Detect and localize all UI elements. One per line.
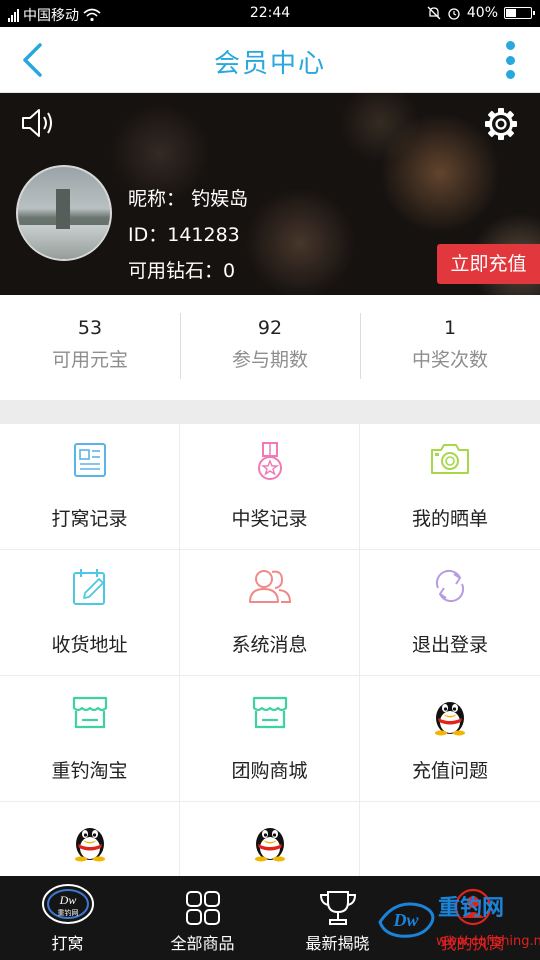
recharge-button[interactable]: 立即充值 bbox=[437, 244, 540, 284]
qq-penguin-icon bbox=[74, 828, 105, 862]
menu-item-label: 打窝记录 bbox=[51, 508, 128, 530]
menu-item-label: 系统消息 bbox=[231, 634, 308, 656]
store-icon bbox=[72, 696, 107, 729]
qq-penguin-icon bbox=[435, 702, 465, 736]
battery-icon bbox=[504, 7, 535, 19]
store-icon bbox=[252, 696, 287, 729]
menu-item-qq-service-1[interactable] bbox=[0, 802, 179, 876]
svg-text:重钓网: 重钓网 bbox=[57, 908, 78, 917]
diamond-balance: 可用钻石：0 bbox=[128, 260, 236, 282]
bottom-tab-bar: Dw 重钓网 打窝 全部商品 最新揭晓 我的执窝 Dw 重钓网 www.cqfis… bbox=[0, 876, 540, 960]
menu-grid: 打窝记录 中奖记录 我的晒单 收货地址 系统消息 退出登录 重钓淘宝 团购商城 … bbox=[0, 422, 540, 876]
battery-percent: 40% bbox=[466, 5, 498, 21]
speaker-icon[interactable] bbox=[20, 107, 56, 139]
stat-value: 1 bbox=[443, 317, 457, 339]
document-icon bbox=[73, 443, 106, 477]
watermark-url: www.cqfishing.net bbox=[436, 934, 540, 949]
status-bar: 中国移动 22:44 40% bbox=[0, 0, 540, 27]
stats-bar: 53 可用元宝 92 参与期数 1 中奖次数 bbox=[0, 295, 540, 400]
menu-item-bait-records[interactable]: 打窝记录 bbox=[0, 424, 179, 549]
trophy-icon bbox=[319, 891, 356, 925]
more-menu-icon[interactable] bbox=[504, 41, 516, 79]
stat-value: 53 bbox=[77, 317, 103, 339]
logo-icon: Dw重钓网 bbox=[41, 884, 94, 924]
menu-item-my-shares[interactable]: 我的晒单 bbox=[360, 424, 540, 549]
menu-item-taobao-store[interactable]: 重钓淘宝 bbox=[0, 676, 179, 801]
camera-icon bbox=[431, 444, 469, 474]
stat-periods[interactable]: 92 参与期数 bbox=[180, 295, 360, 400]
site-watermark: Dw 重钓网 www.cqfishing.net bbox=[376, 886, 540, 956]
user-id: ID：141283 bbox=[128, 224, 240, 246]
stat-label: 可用元宝 bbox=[51, 349, 128, 371]
grid-icon bbox=[185, 891, 220, 925]
avatar[interactable] bbox=[16, 165, 112, 261]
menu-item-win-records[interactable]: 中奖记录 bbox=[180, 424, 359, 549]
user-info: 昵称： 钓娱岛 ID：141283 可用钻石：0 bbox=[128, 181, 248, 289]
nickname-row: 昵称： 钓娱岛 bbox=[128, 181, 248, 217]
page-title: 会员中心 bbox=[213, 49, 326, 79]
svg-text:Dw: Dw bbox=[58, 893, 76, 907]
medal-icon bbox=[257, 442, 282, 480]
mute-bell-icon bbox=[427, 6, 441, 20]
section-divider bbox=[0, 400, 540, 422]
tab-label: 全部商品 bbox=[170, 934, 235, 953]
menu-item-label: 充值问题 bbox=[411, 760, 488, 782]
app-header: 会员中心 bbox=[0, 27, 540, 93]
qq-penguin-icon bbox=[254, 828, 285, 862]
svg-text:Dw: Dw bbox=[392, 910, 419, 930]
menu-item-logout[interactable]: 退出登录 bbox=[360, 550, 540, 675]
nickname: 钓娱岛 bbox=[191, 188, 249, 210]
profile-banner: 昵称： 钓娱岛 ID：141283 可用钻石：0 立即充值 bbox=[0, 93, 540, 295]
tab-bait[interactable]: Dw 重钓网 打窝 bbox=[0, 876, 135, 960]
menu-item-qq-service-2[interactable] bbox=[180, 802, 359, 876]
menu-item-label: 我的晒单 bbox=[411, 508, 488, 530]
refresh-icon bbox=[435, 569, 465, 603]
users-icon bbox=[248, 570, 291, 603]
stat-label: 参与期数 bbox=[231, 349, 308, 371]
tab-all-products[interactable]: 全部商品 bbox=[135, 876, 270, 960]
watermark-brand: 重钓网 bbox=[438, 896, 505, 921]
menu-item-system-messages[interactable]: 系统消息 bbox=[180, 550, 359, 675]
alarm-icon bbox=[448, 8, 460, 20]
menu-item-label: 团购商城 bbox=[231, 760, 308, 782]
nickname-label: 昵称： bbox=[128, 188, 186, 210]
menu-item-recharge-help[interactable]: 充值问题 bbox=[360, 676, 540, 801]
settings-gear-icon[interactable] bbox=[484, 107, 518, 141]
menu-item-label: 退出登录 bbox=[411, 634, 488, 656]
stat-wins[interactable]: 1 中奖次数 bbox=[360, 295, 540, 400]
menu-item-label: 中奖记录 bbox=[231, 508, 308, 530]
menu-item-group-buy-mall[interactable]: 团购商城 bbox=[180, 676, 359, 801]
edit-calendar-icon bbox=[72, 569, 105, 605]
tab-label: 打窝 bbox=[51, 934, 84, 953]
menu-item-label: 重钓淘宝 bbox=[51, 760, 128, 782]
menu-empty-cell bbox=[360, 802, 540, 876]
stat-ingots[interactable]: 53 可用元宝 bbox=[0, 295, 180, 400]
fishing-logo-icon: Dw bbox=[378, 902, 435, 938]
status-right: 40% bbox=[427, 5, 535, 21]
menu-item-shipping-address[interactable]: 收货地址 bbox=[0, 550, 179, 675]
stat-label: 中奖次数 bbox=[411, 349, 488, 371]
menu-item-label: 收货地址 bbox=[51, 634, 128, 656]
stat-value: 92 bbox=[257, 317, 283, 339]
